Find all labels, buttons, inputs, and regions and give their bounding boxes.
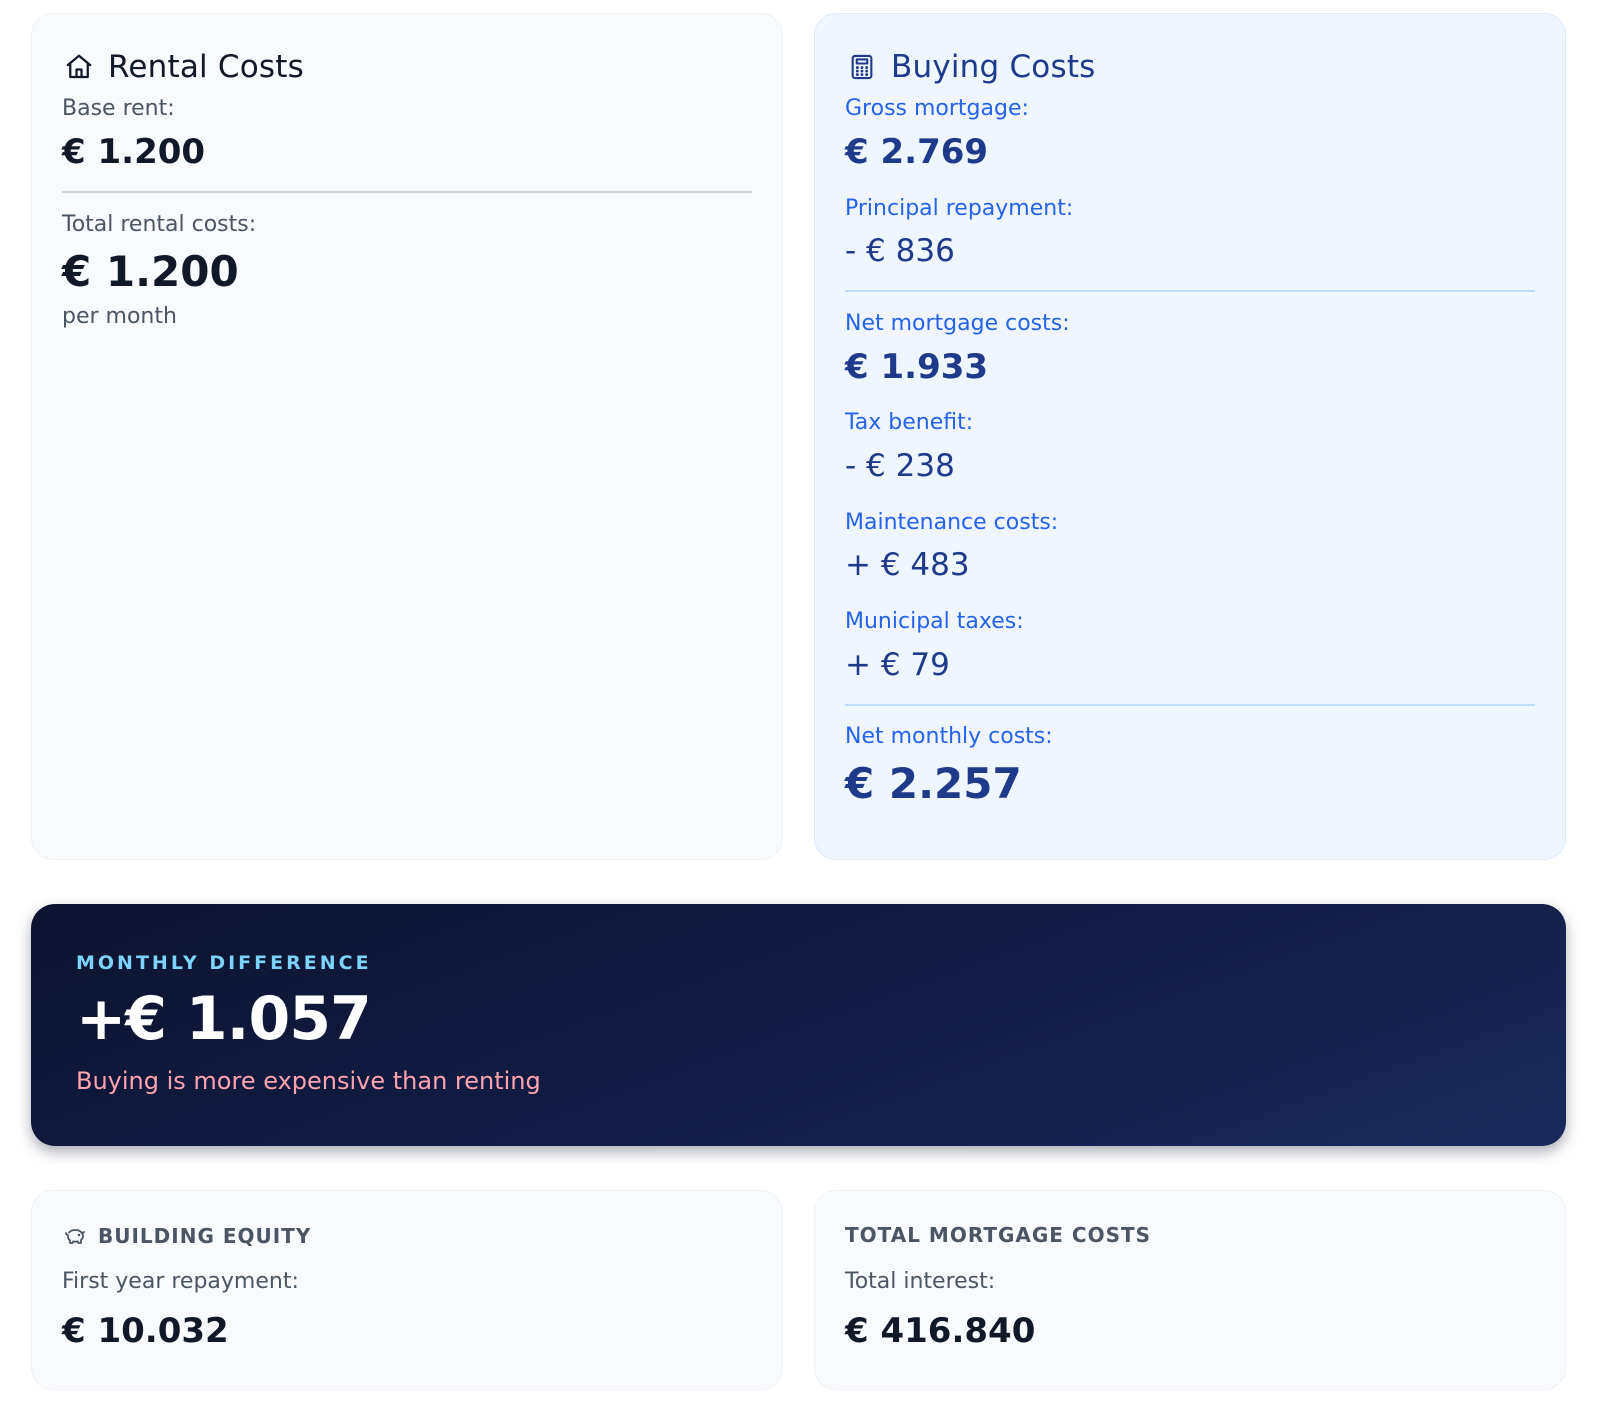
first-year-repayment-label: First year repayment: xyxy=(62,1269,299,1294)
net-mortgage-costs-value: € 1.933 xyxy=(845,347,989,387)
buying-divider-bottom xyxy=(845,704,1535,706)
buying-costs-title: Buying Costs xyxy=(891,49,1096,85)
gross-mortgage-value: € 2.769 xyxy=(845,132,989,172)
tax-benefit-value: - € 238 xyxy=(845,448,955,484)
monthly-difference-note: Buying is more expensive than renting xyxy=(76,1067,541,1095)
piggy-bank-icon xyxy=(62,1223,88,1249)
net-mortgage-costs-label: Net mortgage costs: xyxy=(845,311,1070,336)
principal-repayment-value: - € 836 xyxy=(845,233,955,269)
total-mortgage-costs-card: TOTAL MORTGAGE COSTS Total interest: € 4… xyxy=(814,1190,1566,1390)
net-monthly-costs-value: € 2.257 xyxy=(845,759,1022,808)
monthly-difference-kicker: MONTHLY DIFFERENCE xyxy=(76,952,372,974)
base-rent-value: € 1.200 xyxy=(62,132,206,172)
gross-mortgage-label: Gross mortgage: xyxy=(845,96,1029,121)
building-equity-heading: BUILDING EQUITY xyxy=(98,1224,312,1248)
monthly-difference-value: +€ 1.057 xyxy=(76,984,372,1054)
maintenance-costs-value: + € 483 xyxy=(845,547,970,583)
net-monthly-costs-label: Net monthly costs: xyxy=(845,724,1053,749)
total-interest-value: € 416.840 xyxy=(845,1311,1036,1351)
total-rental-costs-label: Total rental costs: xyxy=(62,212,257,237)
rental-costs-card: Rental Costs Base rent: € 1.200 Total re… xyxy=(31,13,783,860)
maintenance-costs-label: Maintenance costs: xyxy=(845,510,1059,535)
total-mortgage-costs-header: TOTAL MORTGAGE COSTS xyxy=(845,1223,1151,1247)
municipal-taxes-label: Municipal taxes: xyxy=(845,609,1024,634)
total-rental-costs-value: € 1.200 xyxy=(62,247,239,296)
tax-benefit-label: Tax benefit: xyxy=(845,410,974,435)
buying-divider-top xyxy=(845,290,1535,292)
rental-costs-header: Rental Costs xyxy=(62,49,304,85)
building-equity-header: BUILDING EQUITY xyxy=(62,1223,311,1249)
calculator-icon xyxy=(845,50,879,84)
per-month-label: per month xyxy=(62,304,177,329)
first-year-repayment-value: € 10.032 xyxy=(62,1311,229,1351)
home-icon xyxy=(62,50,96,84)
monthly-difference-banner: MONTHLY DIFFERENCE +€ 1.057 Buying is mo… xyxy=(31,904,1566,1146)
rental-divider xyxy=(62,191,752,193)
municipal-taxes-value: + € 79 xyxy=(845,647,950,683)
buying-costs-card: Buying Costs Gross mortgage: € 2.769 Pri… xyxy=(814,13,1566,860)
principal-repayment-label: Principal repayment: xyxy=(845,196,1074,221)
rental-costs-title: Rental Costs xyxy=(108,49,304,85)
base-rent-label: Base rent: xyxy=(62,96,175,121)
building-equity-card: BUILDING EQUITY First year repayment: € … xyxy=(31,1190,783,1390)
total-interest-label: Total interest: xyxy=(845,1269,996,1294)
buying-costs-header: Buying Costs xyxy=(845,49,1096,85)
total-mortgage-costs-heading: TOTAL MORTGAGE COSTS xyxy=(845,1223,1152,1247)
